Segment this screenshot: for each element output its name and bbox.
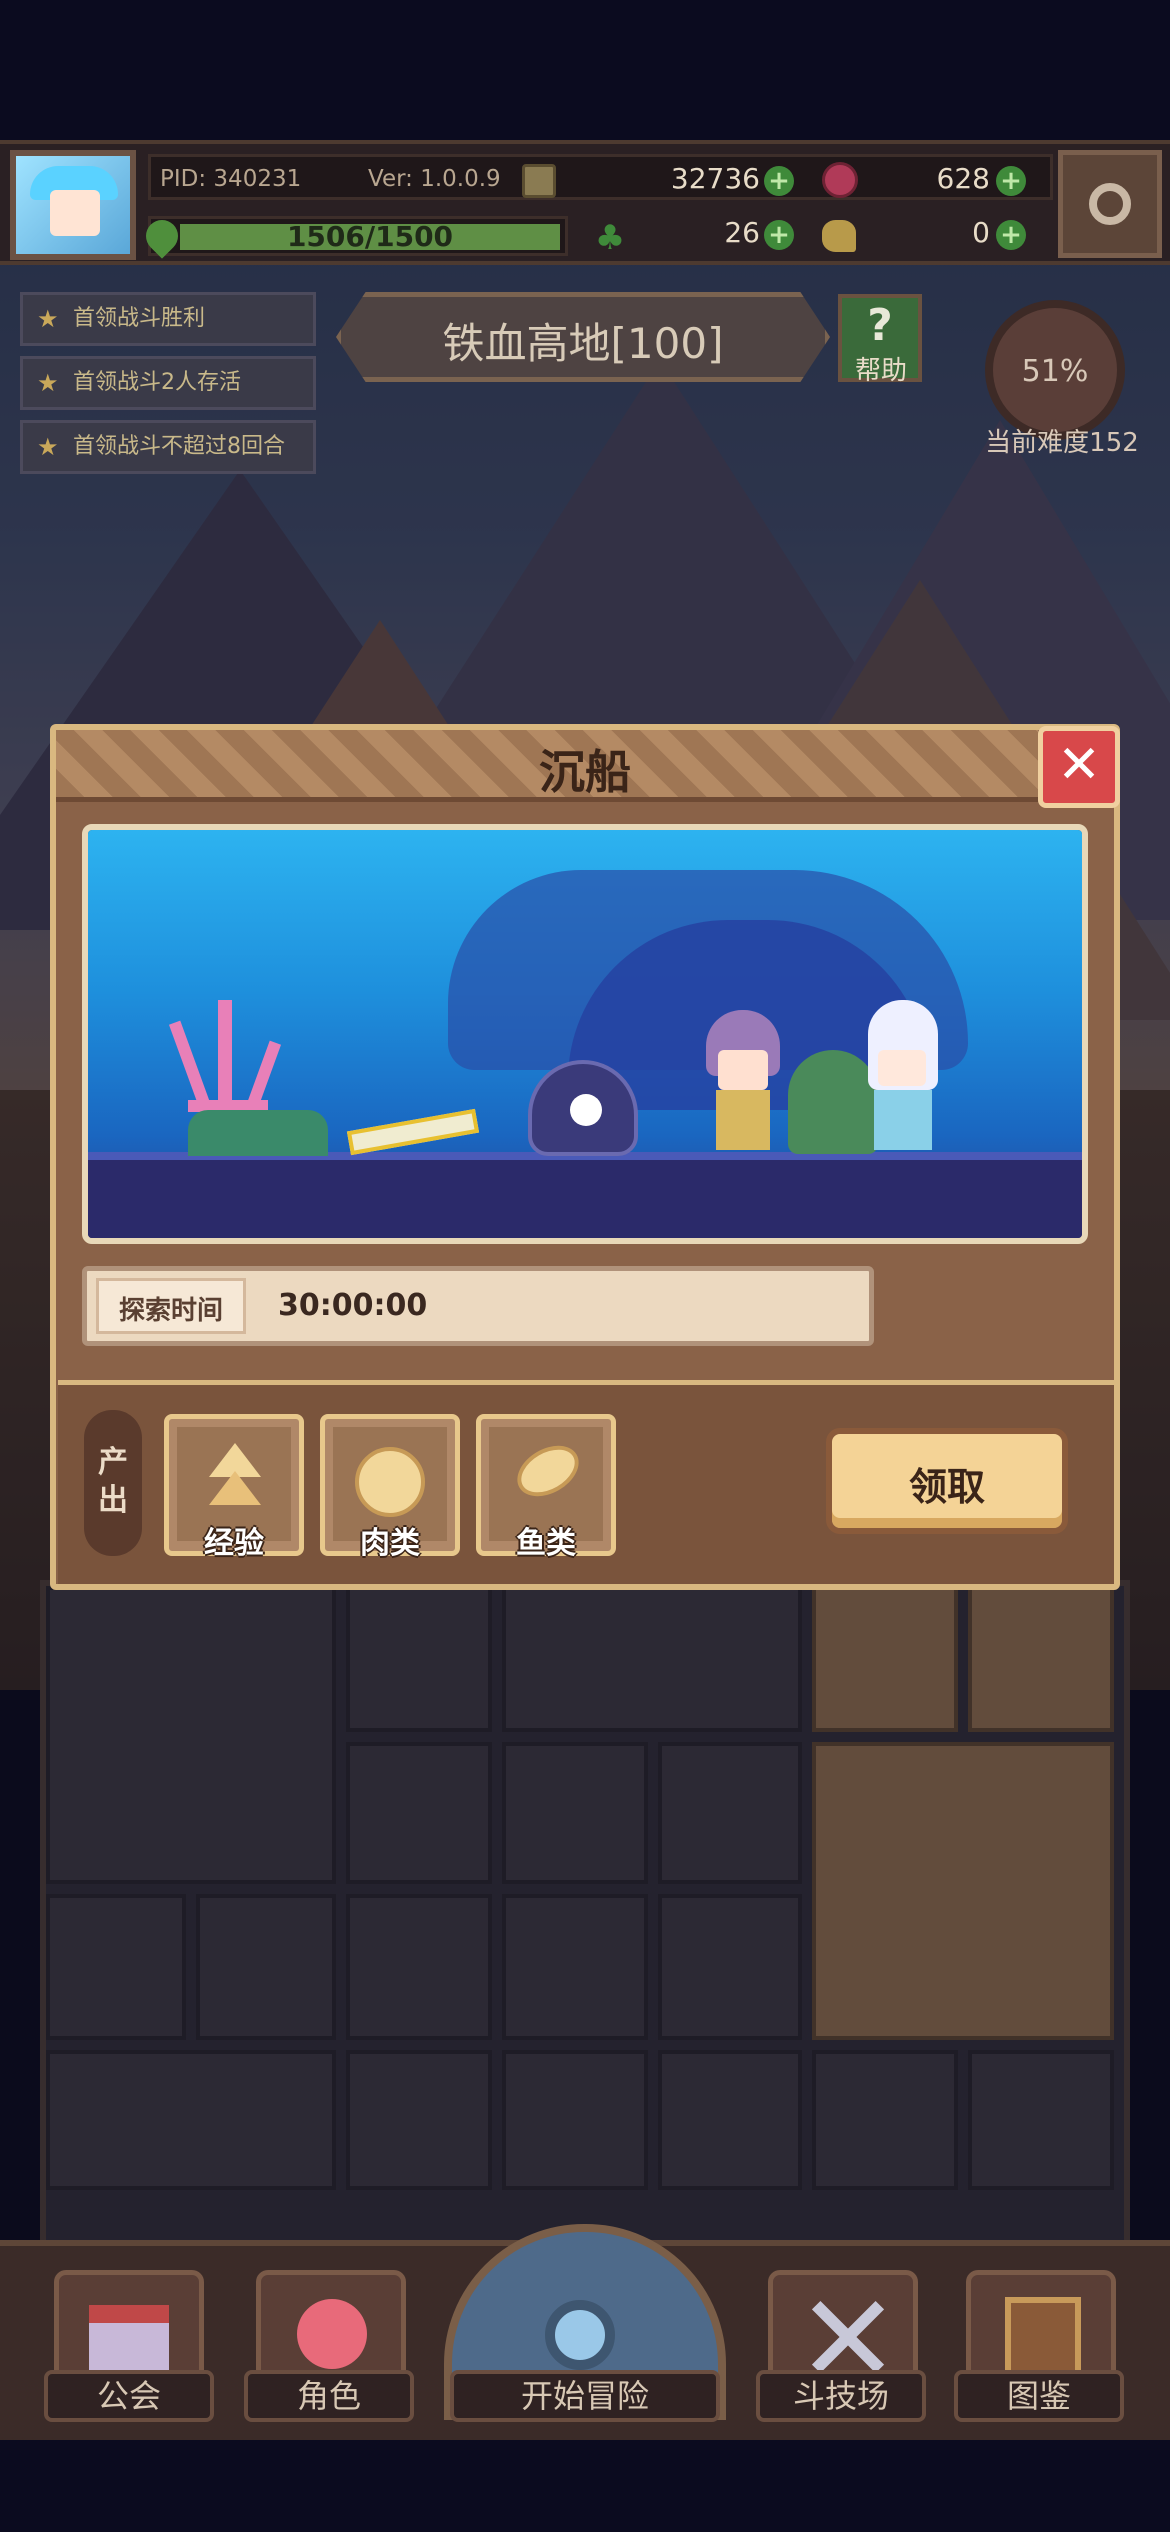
help-icon: ? <box>867 300 893 351</box>
scene-illustration <box>82 824 1088 1244</box>
quest-item: ★ 首领战斗胜利 <box>20 292 316 346</box>
output-label-experience: 经验 <box>204 1526 264 1561</box>
gem-icon <box>822 162 858 198</box>
output-label: 产出 <box>98 1445 128 1518</box>
settings-button[interactable] <box>1058 150 1162 258</box>
quest-item: ★ 首领战斗2人存活 <box>20 356 316 410</box>
avatar[interactable] <box>10 150 136 260</box>
arena-tab-label: 斗技场 <box>756 2370 926 2422</box>
exploration-time-label: 探索时间 <box>118 1296 223 1326</box>
start-adventure-label: 开始冒险 <box>450 2370 720 2422</box>
character-icon <box>297 2299 367 2369</box>
character-sprite <box>698 1010 788 1150</box>
add-gem-button[interactable]: + <box>996 166 1026 196</box>
guild-tab-label: 公会 <box>44 2370 214 2422</box>
close-button[interactable]: ✕ <box>1038 726 1120 808</box>
stamina-value: 1506/1500 <box>286 220 454 253</box>
add-meat-button[interactable]: + <box>996 220 1026 250</box>
quest-label: 首领战斗不超过8回合 <box>73 434 285 459</box>
gear-icon <box>1089 183 1131 225</box>
quest-label: 首领战斗胜利 <box>73 306 206 331</box>
stage-title: 铁血高地[100] <box>442 319 724 368</box>
coin-icon <box>522 164 556 198</box>
guild-icon <box>89 2305 169 2375</box>
difficulty-label: 当前难度152 <box>985 428 1139 458</box>
rock-icon <box>188 1110 328 1156</box>
difficulty-progress: 51% <box>1021 354 1089 389</box>
version-label: Ver: 1.0.0.9 <box>368 166 501 192</box>
meat-icon <box>822 220 856 252</box>
quest-item: ★ 首领战斗不超过8回合 <box>20 420 316 474</box>
star-icon: ★ <box>37 369 59 397</box>
quest-label: 首领战斗2人存活 <box>73 370 241 395</box>
add-clover-button[interactable]: + <box>764 220 794 250</box>
character-sprite <box>858 1000 948 1150</box>
codex-tab-label: 图鉴 <box>954 2370 1124 2422</box>
help-label: 帮助 <box>854 356 907 386</box>
meat-amount: 0 <box>972 216 990 249</box>
avatar-face <box>50 190 100 236</box>
claim-button-label: 领取 <box>908 1465 985 1509</box>
star-icon: ★ <box>37 305 59 333</box>
output-label-fish: 鱼类 <box>516 1526 576 1561</box>
book-icon <box>1005 2297 1081 2381</box>
clover-amount: 26 <box>724 216 760 249</box>
output-label-meat: 肉类 <box>360 1526 420 1561</box>
player-id: PID: 340231 <box>160 166 302 192</box>
role-tab-label: 角色 <box>244 2370 414 2422</box>
close-icon: ✕ <box>1057 735 1101 795</box>
gem-amount: 628 <box>936 162 990 195</box>
seabed <box>88 1160 1082 1238</box>
star-icon: ★ <box>37 433 59 461</box>
exploration-time-value: 30:00:00 <box>278 1288 428 1323</box>
magnifier-icon <box>545 2300 615 2370</box>
bottom-safe-area <box>0 2440 1170 2532</box>
modal-title: 沉船 <box>539 745 631 799</box>
clover-icon: ♣ <box>594 218 626 258</box>
gold-amount: 32736 <box>670 162 760 195</box>
add-gold-button[interactable]: + <box>764 166 794 196</box>
